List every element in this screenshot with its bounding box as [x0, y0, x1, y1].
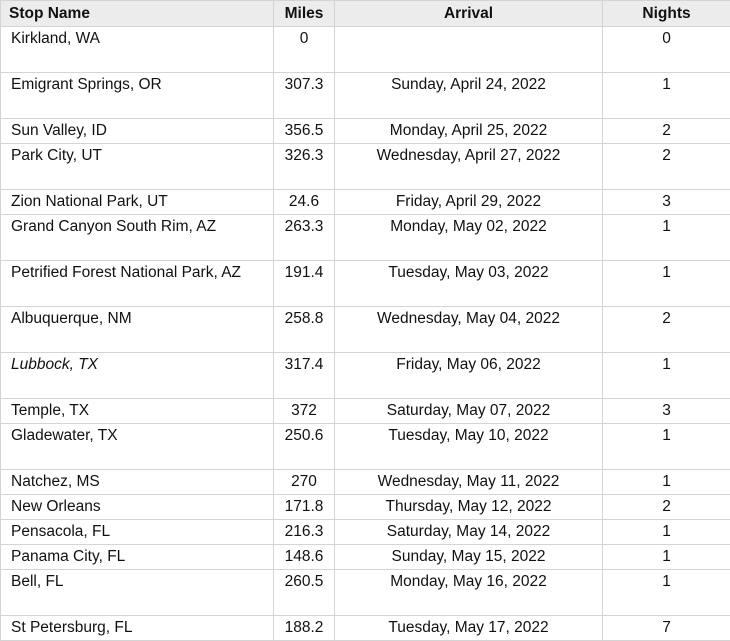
header-arrival[interactable]: Arrival: [335, 1, 603, 27]
miles-cell[interactable]: 24.6: [274, 190, 335, 215]
table-row: Park City, UT 326.3 Wednesday, April 27,…: [1, 144, 730, 190]
arrival-cell[interactable]: Friday, May 06, 2022: [335, 353, 603, 399]
miles-cell[interactable]: 191.4: [274, 261, 335, 307]
table-row: Natchez, MS 270 Wednesday, May 11, 2022 …: [1, 470, 730, 495]
nights-cell[interactable]: 3: [603, 190, 730, 215]
table-row: Emigrant Springs, OR 307.3 Sunday, April…: [1, 73, 730, 119]
table-row: Albuquerque, NM 258.8 Wednesday, May 04,…: [1, 307, 730, 353]
miles-cell[interactable]: 270: [274, 470, 335, 495]
arrival-cell[interactable]: Tuesday, May 10, 2022: [335, 424, 603, 470]
arrival-cell[interactable]: Monday, May 16, 2022: [335, 570, 603, 616]
stop-name-cell[interactable]: Bell, FL: [1, 570, 274, 616]
stop-name-cell[interactable]: Zion National Park, UT: [1, 190, 274, 215]
table-row: Temple, TX 372 Saturday, May 07, 2022 3: [1, 399, 730, 424]
arrival-cell[interactable]: Wednesday, May 04, 2022: [335, 307, 603, 353]
arrival-cell[interactable]: Thursday, May 12, 2022: [335, 495, 603, 520]
miles-cell[interactable]: 171.8: [274, 495, 335, 520]
table-row: Grand Canyon South Rim, AZ 263.3 Monday,…: [1, 215, 730, 261]
nights-cell[interactable]: 1: [603, 545, 730, 570]
miles-cell[interactable]: 317.4: [274, 353, 335, 399]
miles-cell[interactable]: 216.3: [274, 520, 335, 545]
arrival-cell[interactable]: Sunday, April 24, 2022: [335, 73, 603, 119]
stop-name-cell[interactable]: Temple, TX: [1, 399, 274, 424]
arrival-cell[interactable]: [335, 27, 603, 73]
spreadsheet-grid: Stop Name Miles Arrival Nights Kirkland,…: [0, 0, 730, 634]
header-stop-name[interactable]: Stop Name: [1, 1, 274, 27]
nights-cell[interactable]: 1: [603, 261, 730, 307]
miles-cell[interactable]: 258.8: [274, 307, 335, 353]
stop-name-cell[interactable]: Lubbock, TX: [1, 353, 274, 399]
arrival-cell[interactable]: Tuesday, May 17, 2022: [335, 616, 603, 641]
nights-cell[interactable]: 2: [603, 495, 730, 520]
arrival-cell[interactable]: Wednesday, May 11, 2022: [335, 470, 603, 495]
stop-name-cell[interactable]: St Petersburg, FL: [1, 616, 274, 641]
miles-cell[interactable]: 372: [274, 399, 335, 424]
nights-cell[interactable]: 7: [603, 616, 730, 641]
miles-cell[interactable]: 356.5: [274, 119, 335, 144]
stop-name-cell[interactable]: Natchez, MS: [1, 470, 274, 495]
stop-name-cell[interactable]: Pensacola, FL: [1, 520, 274, 545]
table-row: Panama City, FL 148.6 Sunday, May 15, 20…: [1, 545, 730, 570]
nights-cell[interactable]: 1: [603, 424, 730, 470]
table-row: Sun Valley, ID 356.5 Monday, April 25, 2…: [1, 119, 730, 144]
miles-cell[interactable]: 188.2: [274, 616, 335, 641]
table-row: St Petersburg, FL 188.2 Tuesday, May 17,…: [1, 616, 730, 641]
arrival-cell[interactable]: Wednesday, April 27, 2022: [335, 144, 603, 190]
arrival-cell[interactable]: Saturday, May 07, 2022: [335, 399, 603, 424]
table-row: New Orleans 171.8 Thursday, May 12, 2022…: [1, 495, 730, 520]
nights-cell[interactable]: 1: [603, 215, 730, 261]
nights-cell[interactable]: 1: [603, 570, 730, 616]
stop-name-cell[interactable]: Albuquerque, NM: [1, 307, 274, 353]
arrival-cell[interactable]: Tuesday, May 03, 2022: [335, 261, 603, 307]
miles-cell[interactable]: 0: [274, 27, 335, 73]
header-miles[interactable]: Miles: [274, 1, 335, 27]
nights-cell[interactable]: 1: [603, 520, 730, 545]
table-row: Kirkland, WA 0 0: [1, 27, 730, 73]
miles-cell[interactable]: 148.6: [274, 545, 335, 570]
trip-itinerary-table: Stop Name Miles Arrival Nights Kirkland,…: [0, 0, 730, 641]
stop-name-cell[interactable]: Emigrant Springs, OR: [1, 73, 274, 119]
nights-cell[interactable]: 1: [603, 353, 730, 399]
miles-cell[interactable]: 307.3: [274, 73, 335, 119]
table-row: Petrified Forest National Park, AZ 191.4…: [1, 261, 730, 307]
stop-name-cell[interactable]: Gladewater, TX: [1, 424, 274, 470]
stop-name-cell[interactable]: Panama City, FL: [1, 545, 274, 570]
stop-name-cell[interactable]: Park City, UT: [1, 144, 274, 190]
header-row: Stop Name Miles Arrival Nights: [1, 1, 730, 27]
stop-name-cell[interactable]: Petrified Forest National Park, AZ: [1, 261, 274, 307]
stop-name-cell[interactable]: Sun Valley, ID: [1, 119, 274, 144]
stop-name-cell[interactable]: Grand Canyon South Rim, AZ: [1, 215, 274, 261]
arrival-cell[interactable]: Sunday, May 15, 2022: [335, 545, 603, 570]
miles-cell[interactable]: 250.6: [274, 424, 335, 470]
table-row: Bell, FL 260.5 Monday, May 16, 2022 1: [1, 570, 730, 616]
table-row: Lubbock, TX 317.4 Friday, May 06, 2022 1: [1, 353, 730, 399]
table-row: Gladewater, TX 250.6 Tuesday, May 10, 20…: [1, 424, 730, 470]
stop-name-cell[interactable]: Kirkland, WA: [1, 27, 274, 73]
stop-name-cell[interactable]: New Orleans: [1, 495, 274, 520]
header-nights[interactable]: Nights: [603, 1, 730, 27]
table-row: Zion National Park, UT 24.6 Friday, Apri…: [1, 190, 730, 215]
arrival-cell[interactable]: Monday, April 25, 2022: [335, 119, 603, 144]
nights-cell[interactable]: 2: [603, 144, 730, 190]
miles-cell[interactable]: 326.3: [274, 144, 335, 190]
nights-cell[interactable]: 1: [603, 73, 730, 119]
arrival-cell[interactable]: Monday, May 02, 2022: [335, 215, 603, 261]
arrival-cell[interactable]: Friday, April 29, 2022: [335, 190, 603, 215]
nights-cell[interactable]: 3: [603, 399, 730, 424]
table-row: Pensacola, FL 216.3 Saturday, May 14, 20…: [1, 520, 730, 545]
nights-cell[interactable]: 2: [603, 119, 730, 144]
arrival-cell[interactable]: Saturday, May 14, 2022: [335, 520, 603, 545]
miles-cell[interactable]: 263.3: [274, 215, 335, 261]
nights-cell[interactable]: 2: [603, 307, 730, 353]
nights-cell[interactable]: 1: [603, 470, 730, 495]
nights-cell[interactable]: 0: [603, 27, 730, 73]
miles-cell[interactable]: 260.5: [274, 570, 335, 616]
